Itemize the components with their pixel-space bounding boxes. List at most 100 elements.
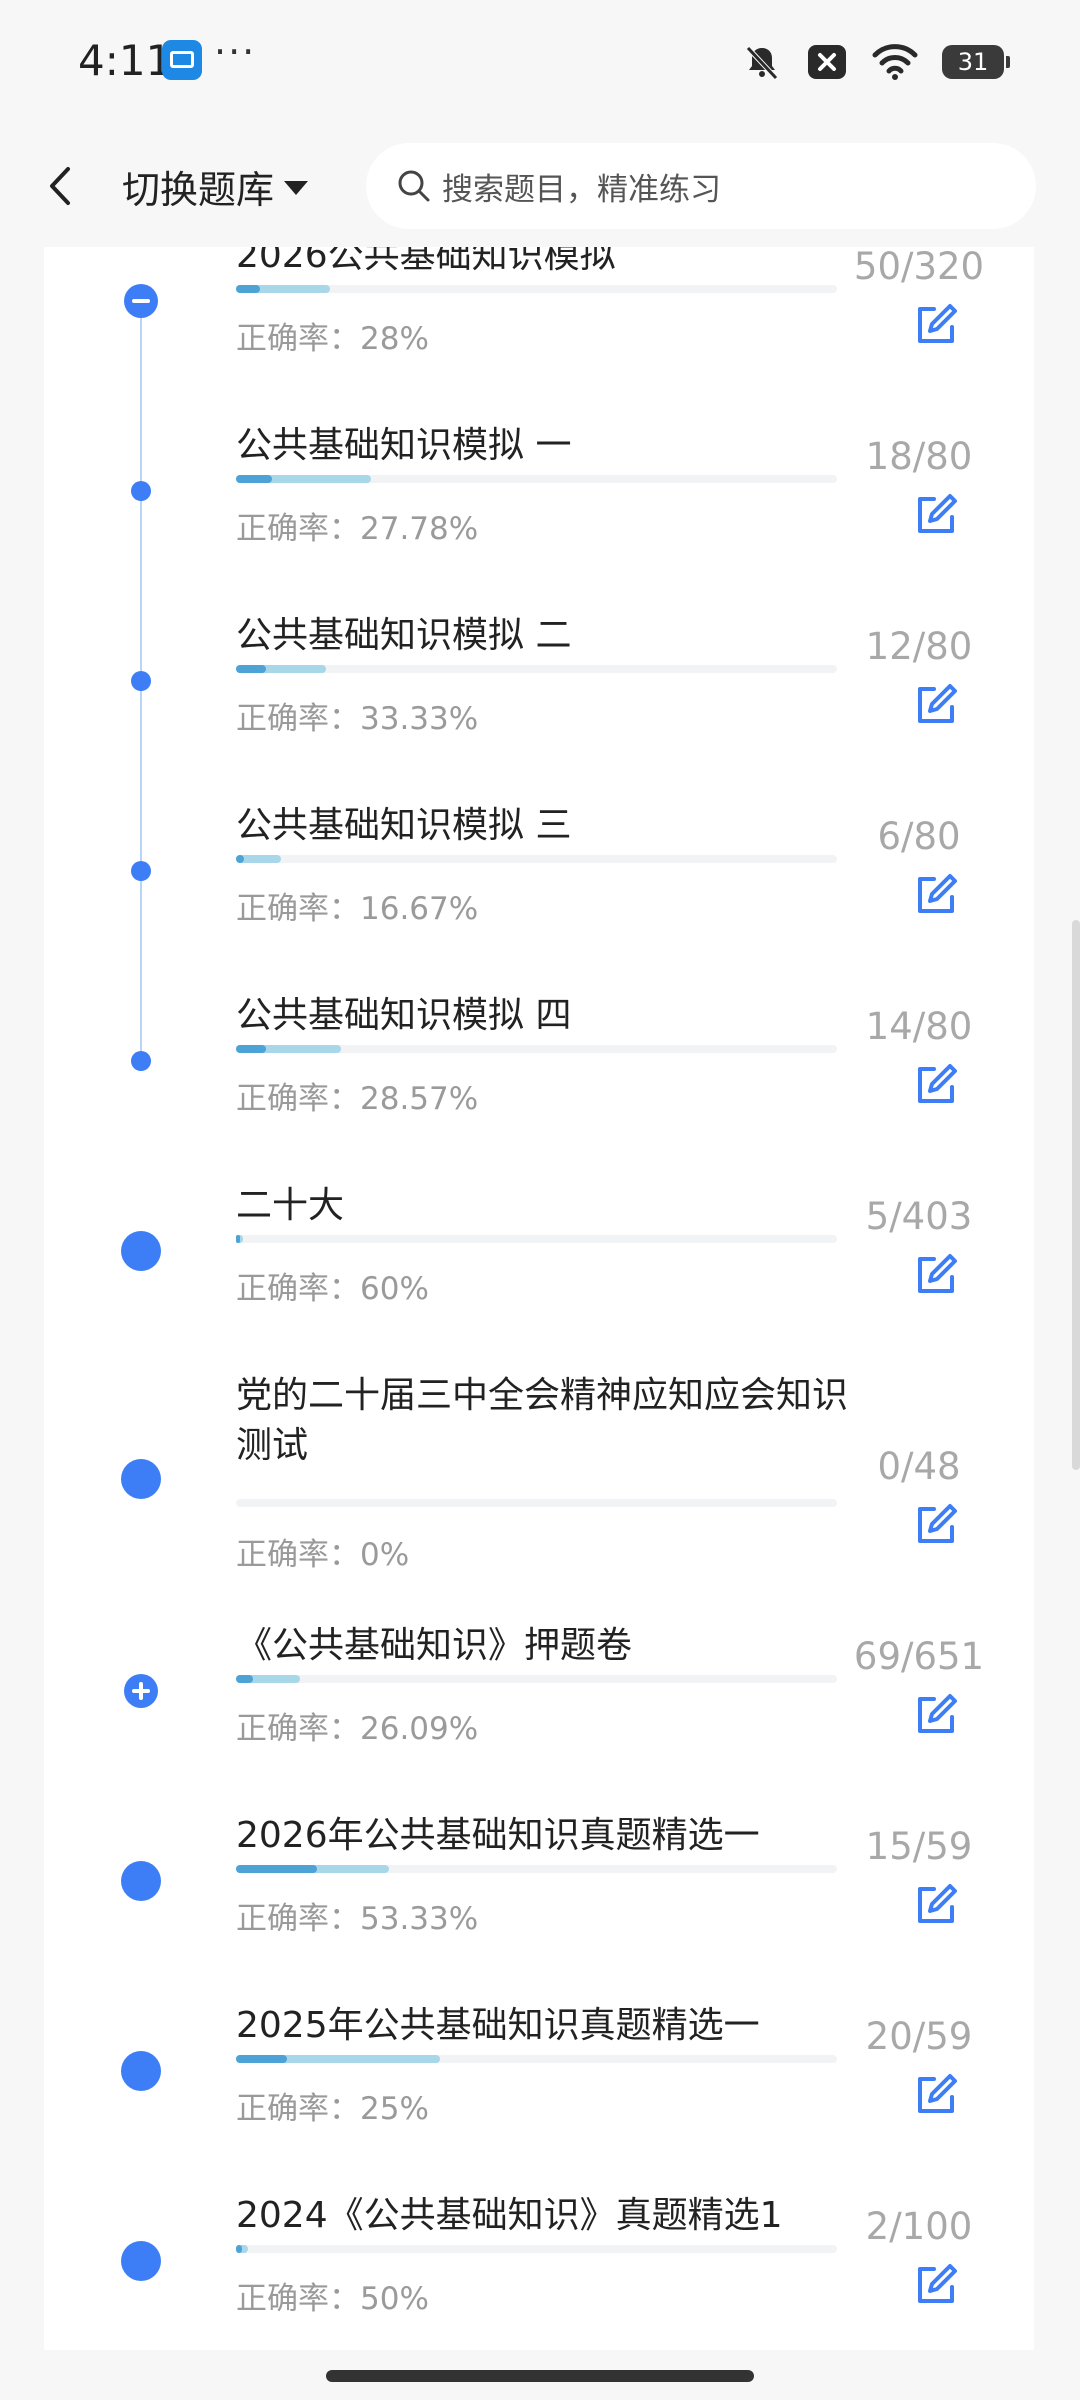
item-title: 公共基础知识模拟 一: [236, 425, 572, 466]
progress-bar: [236, 2055, 837, 2063]
accuracy-text: 正确率：0%: [236, 1529, 409, 1574]
wifi-icon: [872, 43, 918, 81]
accuracy-value: 16.67%: [360, 891, 479, 927]
edit-icon[interactable]: [912, 1881, 960, 1929]
timeline-node: [131, 671, 151, 691]
progress-correct: [236, 2055, 288, 2063]
timeline-node: [121, 1459, 161, 1499]
timeline-node: [131, 481, 151, 501]
edit-icon[interactable]: [912, 1691, 960, 1739]
accuracy-label: 正确率：: [236, 511, 360, 547]
wallet-app-icon: [162, 40, 202, 80]
accuracy-text: 正确率：33.33%: [236, 693, 478, 738]
collapse-icon[interactable]: [124, 284, 158, 318]
battery-icon: 31: [942, 45, 1010, 79]
progress-bar: [236, 1865, 837, 1873]
top-header: 切换题库 搜索题目，精准练习: [0, 125, 1080, 247]
progress-bar: [236, 285, 837, 293]
edit-icon[interactable]: [912, 1251, 960, 1299]
close-box-icon: [806, 43, 848, 81]
edit-icon[interactable]: [912, 491, 960, 539]
search-input[interactable]: 搜索题目，精准练习: [366, 143, 1036, 229]
progress-correct: [236, 1045, 267, 1053]
back-button[interactable]: [38, 159, 88, 213]
accuracy-label: 正确率：: [236, 1271, 360, 1307]
accuracy-text: 正确率：25%: [236, 2083, 429, 2128]
item-title: 《公共基础知识》押题卷: [236, 1625, 633, 1666]
search-icon: [398, 170, 430, 202]
timeline-node: [121, 1861, 161, 1901]
accuracy-label: 正确率：: [236, 1081, 360, 1117]
accuracy-text: 正确率：28%: [236, 313, 429, 358]
progress-correct: [236, 855, 244, 863]
progress-count: 12/80: [865, 625, 973, 668]
list-item[interactable]: 2025年公共基础知识真题精选一 正确率：25% 20/59: [44, 2001, 1034, 2191]
chevron-left-icon: [50, 167, 70, 205]
list-item[interactable]: 《公共基础知识》押题卷 正确率：26.09% 69/651: [44, 1621, 1034, 1811]
accuracy-value: 28%: [360, 321, 429, 357]
accuracy-label: 正确率：: [236, 2281, 360, 2317]
caret-down-icon: [284, 181, 309, 195]
accuracy-value: 53.33%: [360, 1901, 479, 1937]
accuracy-value: 50%: [360, 2281, 429, 2317]
list-item[interactable]: 公共基础知识模拟 三 正确率：16.67% 6/80: [44, 801, 1034, 991]
timeline-node: [131, 1051, 151, 1071]
list-item[interactable]: 公共基础知识模拟 二 正确率：33.33% 12/80: [44, 611, 1034, 801]
edit-icon[interactable]: [912, 1061, 960, 1109]
accuracy-value: 26.09%: [360, 1711, 479, 1747]
accuracy-label: 正确率：: [236, 1711, 360, 1747]
edit-icon[interactable]: [912, 681, 960, 729]
status-icons: 31: [742, 40, 1010, 84]
mute-bell-icon: [742, 42, 782, 82]
list-item[interactable]: 党的二十届三中全会精神应知应会知识测试 正确率：0% 0/48: [44, 1371, 1034, 1611]
list-item[interactable]: 公共基础知识模拟 一 正确率：27.78% 18/80: [44, 421, 1034, 611]
progress-correct: [236, 1675, 253, 1683]
progress-count: 0/48: [877, 1445, 961, 1488]
list-item[interactable]: 二十大 正确率：60% 5/403: [44, 1181, 1034, 1371]
progress-correct: [236, 285, 261, 293]
edit-icon[interactable]: [912, 871, 960, 919]
progress-count: 14/80: [865, 1005, 973, 1048]
switch-bank-label: 切换题库: [122, 167, 275, 212]
accuracy-text: 正确率：27.78%: [236, 503, 478, 548]
edit-icon[interactable]: [912, 2071, 960, 2119]
progress-count: 2/100: [865, 2205, 973, 2248]
progress-bar: [236, 475, 837, 483]
progress-count: 20/59: [865, 2015, 973, 2058]
question-bank-list: 2026公共基础知识模拟 正确率：28% 50/320 公共基础知识模拟 一 正…: [44, 247, 1034, 2350]
progress-bar: [236, 1045, 837, 1053]
home-indicator[interactable]: [326, 2370, 754, 2382]
switch-bank-button[interactable]: 切换题库: [122, 151, 309, 221]
timeline-node: [121, 1231, 161, 1271]
accuracy-label: 正确率：: [236, 891, 360, 927]
progress-correct: [236, 665, 267, 673]
list-item[interactable]: 2026年公共基础知识真题精选一 正确率：53.33% 15/59: [44, 1811, 1034, 2001]
accuracy-text: 正确率：60%: [236, 1263, 429, 1308]
list-item[interactable]: 公共基础知识模拟 四 正确率：28.57% 14/80: [44, 991, 1034, 1181]
progress-bar: [236, 665, 837, 673]
edit-icon[interactable]: [912, 2261, 960, 2309]
item-title: 2026年公共基础知识真题精选一: [236, 1815, 760, 1856]
status-bar: 4:11 ··· 31: [0, 0, 1080, 125]
accuracy-text: 正确率：53.33%: [236, 1893, 478, 1938]
progress-correct: [236, 1235, 241, 1243]
scrollbar[interactable]: [1072, 920, 1080, 1470]
edit-icon[interactable]: [912, 1501, 960, 1549]
timeline-node: [121, 2051, 161, 2091]
edit-icon[interactable]: [912, 301, 960, 349]
status-time: 4:11: [78, 36, 173, 85]
timeline-node: [131, 861, 151, 881]
accuracy-text: 正确率：26.09%: [236, 1703, 478, 1748]
accuracy-text: 正确率：50%: [236, 2273, 429, 2318]
list-item[interactable]: 2024《公共基础知识》真题精选1 正确率：50% 2/100: [44, 2191, 1034, 2350]
progress-bar: [236, 1235, 837, 1243]
accuracy-value: 27.78%: [360, 511, 479, 547]
accuracy-label: 正确率：: [236, 2091, 360, 2127]
expand-icon[interactable]: [124, 1674, 158, 1708]
list-item[interactable]: 2026公共基础知识模拟 正确率：28% 50/320: [44, 247, 1034, 421]
search-placeholder: 搜索题目，精准练习: [442, 171, 721, 208]
progress-count: 69/651: [853, 1635, 985, 1678]
accuracy-text: 正确率：16.67%: [236, 883, 478, 928]
item-title: 2024《公共基础知识》真题精选1: [236, 2195, 783, 2236]
accuracy-value: 33.33%: [360, 701, 479, 737]
